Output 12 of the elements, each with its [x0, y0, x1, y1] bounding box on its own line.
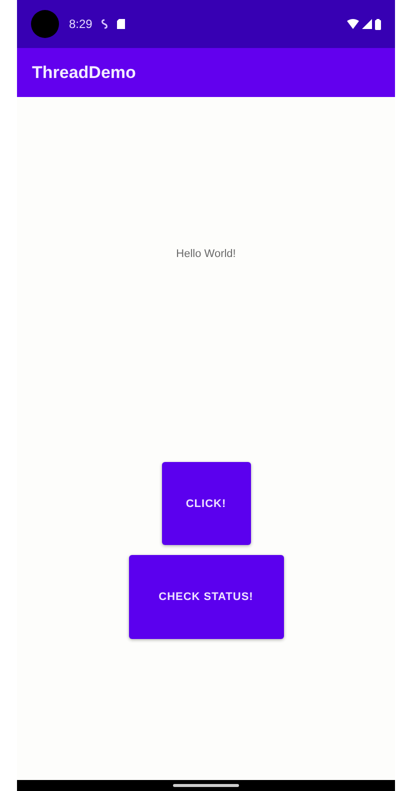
- notification-icon: [100, 19, 110, 29]
- sd-card-icon: [117, 19, 126, 29]
- signal-icon: [362, 19, 372, 29]
- action-button[interactable]: CHECK STATUS!: [128, 555, 284, 639]
- status-time: 8:29: [69, 17, 92, 31]
- action-button[interactable]: CLICK!: [162, 462, 250, 545]
- wifi-icon: [347, 19, 359, 29]
- home-handle[interactable]: [173, 784, 239, 787]
- hello-text: Hello World!: [176, 248, 236, 260]
- app-title: ThreadDemo: [32, 62, 136, 82]
- battery-icon: [375, 18, 381, 30]
- camera-cutout-icon: [31, 10, 59, 38]
